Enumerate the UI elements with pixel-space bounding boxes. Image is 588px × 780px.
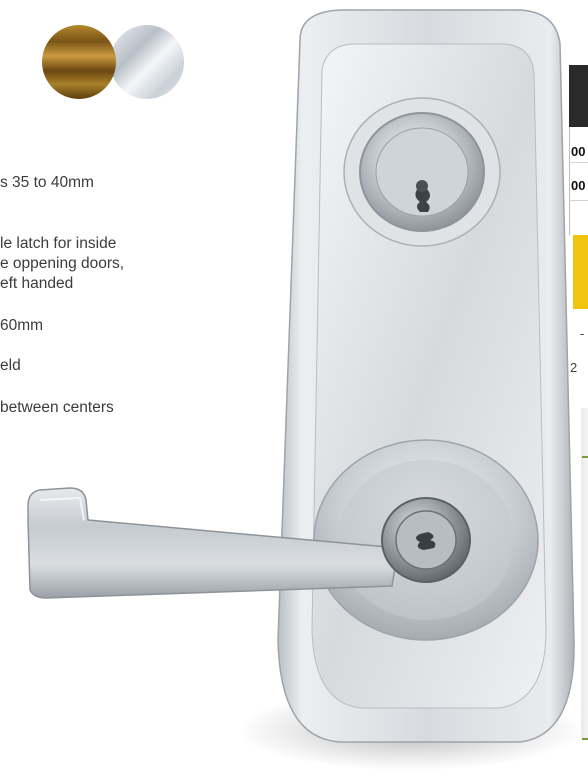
- brass-finish-swatch[interactable]: [42, 25, 116, 99]
- lever-lockset-image: [27, 9, 575, 743]
- chrome-finish-swatch[interactable]: [110, 25, 184, 99]
